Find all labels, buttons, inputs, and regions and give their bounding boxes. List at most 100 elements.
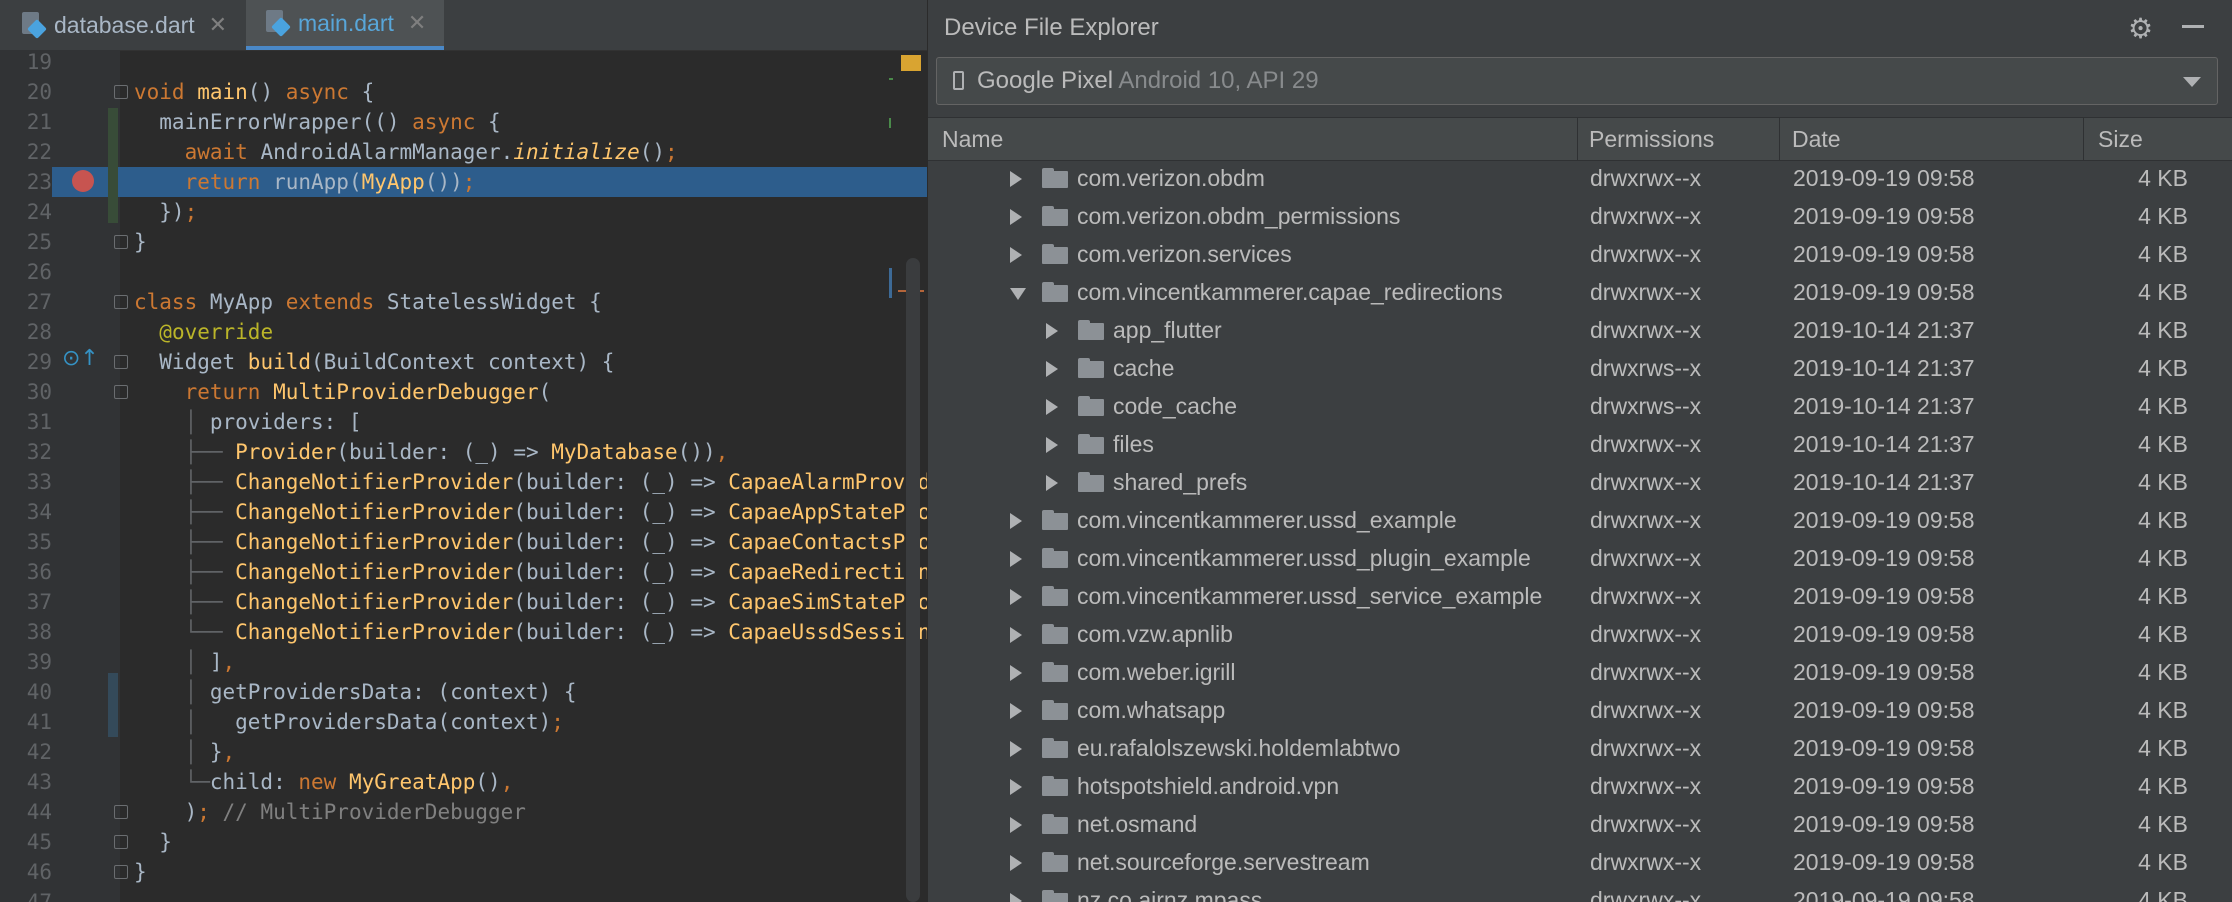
code-text[interactable]: └─child: new MyGreatApp(), [134,767,514,797]
file-tree-row[interactable]: com.vincentkammerer.capae_redirections dr… [928,273,2232,311]
code-text[interactable]: return runApp(MyApp()); [134,167,476,197]
code-line[interactable]: 23 return runApp(MyApp()); [0,167,927,197]
expand-right-icon[interactable] [1010,855,1022,871]
line-number[interactable]: 38 [0,617,52,647]
line-number[interactable]: 41 [0,707,52,737]
code-line[interactable]: 24 }); [0,197,927,227]
fold-icon[interactable] [114,355,128,369]
code-line[interactable]: 19 [0,47,927,77]
expand-down-icon[interactable] [1010,288,1026,300]
code-line[interactable]: 35 ├── ChangeNotifierProvider(builder: (… [0,527,927,557]
code-line[interactable]: 44 ); // MultiProviderDebugger [0,797,927,827]
file-tree-row[interactable]: com.verizon.services drwxrwx--x 2019-09-19… [928,235,2232,273]
column-header-name[interactable]: Name [942,126,1003,153]
file-tree-row[interactable]: eu.rafalolszewski.holdemlabtwo drwxrwx--x… [928,729,2232,767]
code-text[interactable]: │ getProvidersData: (context) { [134,677,577,707]
expand-right-icon[interactable] [1010,665,1022,681]
file-tree-row[interactable]: app_flutter drwxrwx--x 2019-10-14 21:37 4 K… [928,311,2232,349]
code-text[interactable]: │ }, [134,737,236,767]
line-number[interactable]: 46 [0,857,52,887]
gear-icon[interactable]: ⚙ [2128,12,2153,45]
minimize-icon[interactable] [2182,25,2204,28]
expand-right-icon[interactable] [1010,551,1022,567]
file-tree-row[interactable]: com.vincentkammerer.ussd_plugin_example d… [928,539,2232,577]
file-tree-row[interactable]: com.vzw.apnlib drwxrwx--x 2019-09-19 09:58… [928,615,2232,653]
file-tree-row[interactable]: hotspotshield.android.vpn drwxrwx--x 2019-… [928,767,2232,805]
file-tree-row[interactable]: com.whatsapp drwxrwx--x 2019-09-19 09:58 4 … [928,691,2232,729]
code-text[interactable]: │ getProvidersData(context); [134,707,564,737]
expand-right-icon[interactable] [1010,741,1022,757]
line-number[interactable]: 28 [0,317,52,347]
code-text[interactable]: └── ChangeNotifierProvider(builder: (_) … [134,617,927,647]
expand-right-icon[interactable] [1010,817,1022,833]
chevron-down-icon[interactable] [2183,77,2201,87]
code-line[interactable]: 20 void main() async { [0,77,927,107]
code-line[interactable]: 39 │ ], [0,647,927,677]
expand-right-icon[interactable] [1010,589,1022,605]
line-number[interactable]: 31 [0,407,52,437]
column-header-permissions[interactable]: Permissions [1589,126,1714,153]
code-text[interactable]: ├── ChangeNotifierProvider(builder: (_) … [134,497,927,527]
fold-icon[interactable] [114,85,128,99]
column-divider[interactable] [2083,118,2084,160]
override-arrow-icon[interactable]: ⊙↑ [62,346,99,371]
file-tree-row[interactable]: net.sourceforge.servestream drwxrwx--x 201… [928,843,2232,881]
code-line[interactable]: 22 await AndroidAlarmManager.initialize(… [0,137,927,167]
vcs-change-marker[interactable] [108,673,118,737]
line-number[interactable]: 29 [0,347,52,377]
code-text[interactable]: @override [134,317,273,347]
fold-icon[interactable] [114,835,128,849]
line-number[interactable]: 19 [0,47,52,77]
expand-right-icon[interactable] [1046,475,1058,491]
expand-right-icon[interactable] [1010,779,1022,795]
line-number[interactable]: 34 [0,497,52,527]
warning-stripe-icon[interactable] [901,55,921,71]
line-number[interactable]: 40 [0,677,52,707]
file-tree-row[interactable]: com.weber.igrill drwxrwx--x 2019-09-19 09:… [928,653,2232,691]
close-icon[interactable]: ✕ [209,12,227,38]
column-header-size[interactable]: Size [2098,126,2143,153]
code-line[interactable]: 37 ├── ChangeNotifierProvider(builder: (… [0,587,927,617]
code-line[interactable]: 34 ├── ChangeNotifierProvider(builder: (… [0,497,927,527]
file-tree-row[interactable]: com.verizon.obdm drwxrwx--x 2019-09-19 09:… [928,159,2232,197]
code-line[interactable]: 29 Widget build(BuildContext context) { [0,347,927,377]
file-tree-row[interactable]: shared_prefs drwxrwx--x 2019-10-14 21:37 4 … [928,463,2232,501]
code-line[interactable]: 45 } [0,827,927,857]
expand-right-icon[interactable] [1010,703,1022,719]
line-number[interactable]: 43 [0,767,52,797]
fold-icon[interactable] [114,385,128,399]
expand-right-icon[interactable] [1010,209,1022,225]
file-tree-row[interactable]: code_cache drwxrws--x 2019-10-14 21:37 4 KB [928,387,2232,425]
code-line[interactable]: 42 │ }, [0,737,927,767]
line-number[interactable]: 36 [0,557,52,587]
column-divider[interactable] [1577,118,1578,160]
expand-right-icon[interactable] [1010,627,1022,643]
code-text[interactable]: │ ], [134,647,236,677]
device-selector[interactable]: Google Pixel Android 10, API 29 [936,57,2218,105]
line-number[interactable]: 35 [0,527,52,557]
code-line[interactable]: 31 │ providers: [ [0,407,927,437]
code-line[interactable]: 33 ├── ChangeNotifierProvider(builder: (… [0,467,927,497]
code-text[interactable]: ├── ChangeNotifierProvider(builder: (_) … [134,467,927,497]
line-number[interactable]: 33 [0,467,52,497]
code-text[interactable]: return MultiProviderDebugger( [134,377,552,407]
breakpoint-icon[interactable] [72,170,94,192]
code-text[interactable]: ├── ChangeNotifierProvider(builder: (_) … [134,557,927,587]
line-number[interactable]: 27 [0,287,52,317]
code-text[interactable]: await AndroidAlarmManager.initialize(); [134,137,678,167]
line-number[interactable]: 32 [0,437,52,467]
line-number[interactable]: 30 [0,377,52,407]
code-line[interactable]: 28 @override [0,317,927,347]
fold-icon[interactable] [114,295,128,309]
expand-right-icon[interactable] [1046,361,1058,377]
code-line[interactable]: 43 └─child: new MyGreatApp(), [0,767,927,797]
line-number[interactable]: 21 [0,107,52,137]
code-text[interactable]: }); [134,197,197,227]
column-divider[interactable] [1779,118,1780,160]
expand-right-icon[interactable] [1046,399,1058,415]
line-number[interactable]: 24 [0,197,52,227]
line-number[interactable]: 23 [0,167,52,197]
line-number[interactable]: 22 [0,137,52,167]
tab-main-dart[interactable]: main.dart ✕ [246,0,444,50]
code-line[interactable]: 36 ├── ChangeNotifierProvider(builder: (… [0,557,927,587]
